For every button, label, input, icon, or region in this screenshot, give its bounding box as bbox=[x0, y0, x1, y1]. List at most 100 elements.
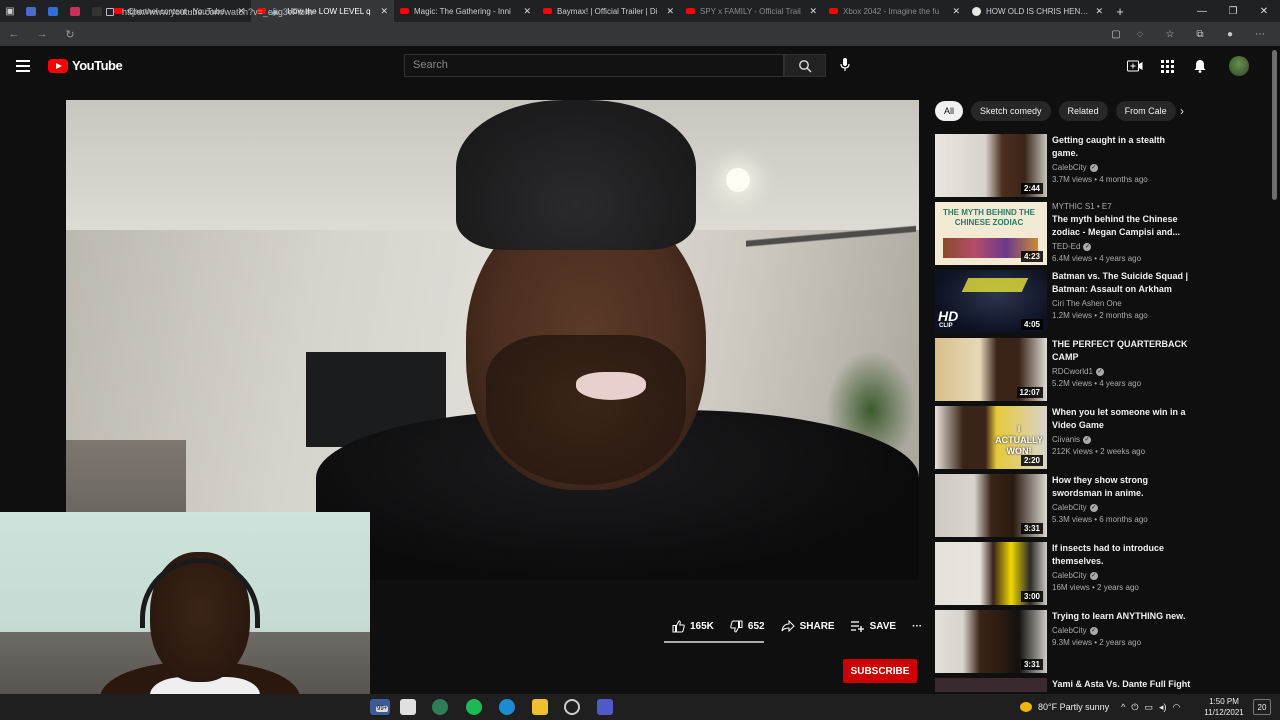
microphone-icon[interactable] bbox=[838, 57, 852, 73]
tracking-prevention-icon[interactable]: ◌ bbox=[1133, 27, 1147, 41]
search-input[interactable]: Search bbox=[404, 54, 784, 77]
channel-name[interactable]: Ciivanis bbox=[1052, 435, 1080, 444]
video-thumbnail[interactable]: 3:31 bbox=[935, 474, 1047, 537]
scrollbar-thumb[interactable] bbox=[1272, 50, 1277, 200]
video-title[interactable]: When you let someone win in a Video Game bbox=[1052, 406, 1192, 432]
favorites-list-icon[interactable]: ⧉ bbox=[1193, 27, 1207, 41]
recommended-video[interactable]: Yami & Asta Vs. Dante Full Fight bbox=[935, 678, 1195, 692]
reload-button[interactable]: ↻ bbox=[56, 22, 84, 46]
video-thumbnail[interactable]: HD CLIP 4:05 bbox=[935, 270, 1047, 333]
create-video-icon[interactable] bbox=[1127, 58, 1143, 74]
video-thumbnail[interactable]: 2:44 bbox=[935, 134, 1047, 197]
weather-text[interactable]: 80°F Partly sunny bbox=[1038, 702, 1109, 712]
video-title[interactable]: If insects had to introduce themselves. bbox=[1052, 542, 1192, 568]
recommended-video[interactable]: 12:07 THE PERFECT QUARTERBACK CAMP RDCwo… bbox=[935, 338, 1195, 406]
verified-check-icon: ✓ bbox=[1083, 435, 1092, 444]
channel-name[interactable]: CalebCity bbox=[1052, 163, 1087, 172]
chip-sketch-comedy[interactable]: Sketch comedy bbox=[971, 101, 1051, 121]
teams-icon[interactable] bbox=[597, 699, 613, 715]
file-explorer-icon[interactable] bbox=[532, 699, 548, 715]
video-person-beard bbox=[486, 335, 686, 485]
share-arrow-icon bbox=[781, 620, 795, 632]
video-duration: 2:44 bbox=[1020, 183, 1043, 194]
video-title[interactable]: Trying to learn ANYTHING new. bbox=[1052, 610, 1192, 623]
minimize-button[interactable]: — bbox=[1187, 0, 1217, 22]
edge-dev-icon[interactable] bbox=[499, 699, 515, 715]
like-button[interactable]: 165K bbox=[664, 614, 722, 638]
browser-menu-icon[interactable]: ⋯ bbox=[1253, 27, 1267, 41]
back-button[interactable]: ← bbox=[0, 22, 28, 46]
recommended-video[interactable]: 3:00 If insects had to introduce themsel… bbox=[935, 542, 1195, 610]
pinned-tab-2[interactable] bbox=[42, 0, 64, 22]
mail-app-icon[interactable]: 99+ bbox=[370, 699, 390, 715]
channel-name[interactable]: CalebCity bbox=[1052, 503, 1087, 512]
url-field[interactable]: https://www.youtube.com/watch?v=_eag3vFi… bbox=[100, 3, 1100, 21]
video-thumbnail[interactable] bbox=[935, 678, 1047, 692]
chevron-up-icon[interactable]: ^ bbox=[1121, 702, 1125, 712]
system-clock[interactable]: 1:50 PM 11/12/2021 bbox=[1200, 696, 1248, 718]
search-button[interactable] bbox=[784, 54, 826, 77]
hamburger-menu-icon[interactable] bbox=[16, 60, 30, 72]
like-count: 165K bbox=[690, 620, 714, 632]
close-window-button[interactable]: ✕ bbox=[1249, 0, 1279, 22]
app-available-icon[interactable]: ▢ bbox=[1109, 27, 1123, 41]
video-thumbnail[interactable]: 3:00 bbox=[935, 542, 1047, 605]
youtube-logo[interactable]: YouTube bbox=[48, 58, 123, 73]
favorites-star-icon[interactable]: ☆ bbox=[1163, 27, 1177, 41]
verified-check-icon: ✓ bbox=[1089, 571, 1098, 580]
recommended-video[interactable]: THE MYTH BEHIND THE CHINESE ZODIAC 4:23 … bbox=[935, 202, 1195, 270]
video-thumbnail[interactable]: I ACTUALLY WON! 2:20 bbox=[935, 406, 1047, 469]
chevron-right-icon[interactable]: › bbox=[1180, 104, 1184, 118]
account-avatar[interactable] bbox=[1229, 56, 1249, 76]
apps-grid-icon[interactable] bbox=[1159, 58, 1175, 74]
dislike-button[interactable]: 652 bbox=[722, 614, 773, 638]
profile-icon[interactable]: ● bbox=[1223, 27, 1237, 41]
chip-from-channel[interactable]: From Cale bbox=[1115, 101, 1176, 121]
channel-name[interactable]: TED-Ed bbox=[1052, 242, 1080, 251]
chip-related[interactable]: Related bbox=[1058, 101, 1108, 121]
subscribe-button[interactable]: SUBSCRIBE bbox=[843, 659, 917, 683]
tray-app-icon[interactable]: ⏻ bbox=[1131, 702, 1138, 713]
edge-browser-icon[interactable] bbox=[432, 699, 448, 715]
video-title[interactable]: Batman vs. The Suicide Squad | Batman: A… bbox=[1052, 270, 1192, 296]
share-button[interactable]: SHARE bbox=[773, 614, 843, 638]
spotify-icon[interactable] bbox=[466, 699, 482, 715]
notification-center-button[interactable]: 20 bbox=[1253, 699, 1271, 715]
recommended-video[interactable]: I ACTUALLY WON! 2:20 When you let someon… bbox=[935, 406, 1195, 474]
video-title[interactable]: Yami & Asta Vs. Dante Full Fight bbox=[1052, 678, 1192, 691]
recommended-video[interactable]: 3:31 How they show strong swordsman in a… bbox=[935, 474, 1195, 542]
recommended-video[interactable]: 2:44 Getting caught in a stealth game. C… bbox=[935, 134, 1195, 202]
video-title[interactable]: The myth behind the Chinese zodiac - Meg… bbox=[1052, 213, 1192, 239]
pinned-tab-3[interactable] bbox=[64, 0, 86, 22]
more-actions-button[interactable]: ··· bbox=[904, 614, 930, 638]
new-tab-button[interactable]: + bbox=[1109, 4, 1131, 19]
channel-name[interactable]: Ciri The Ashen One bbox=[1052, 299, 1122, 308]
recommended-video[interactable]: HD CLIP 4:05 Batman vs. The Suicide Squa… bbox=[935, 270, 1195, 338]
lightning-effect bbox=[961, 278, 1029, 292]
video-actions: 165K 652 SHARE SAVE ··· bbox=[664, 614, 930, 638]
recommended-video[interactable]: 3:31 Trying to learn ANYTHING new. Caleb… bbox=[935, 610, 1195, 678]
video-title[interactable]: How they show strong swordsman in anime. bbox=[1052, 474, 1192, 500]
video-title[interactable]: Getting caught in a stealth game. bbox=[1052, 134, 1192, 160]
wifi-icon[interactable]: ◠ bbox=[1173, 702, 1181, 713]
save-button[interactable]: SAVE bbox=[843, 614, 905, 638]
video-title[interactable]: THE PERFECT QUARTERBACK CAMP bbox=[1052, 338, 1192, 364]
pinned-tab-1[interactable] bbox=[20, 0, 42, 22]
window-menu-icon[interactable]: ▣ bbox=[0, 0, 20, 22]
forward-button[interactable]: → bbox=[28, 22, 56, 46]
channel-name[interactable]: CalebCity bbox=[1052, 626, 1087, 635]
video-thumbnail[interactable]: 3:31 bbox=[935, 610, 1047, 673]
store-app-icon[interactable] bbox=[400, 699, 416, 715]
channel-name[interactable]: CalebCity bbox=[1052, 571, 1087, 580]
video-thumbnail[interactable]: THE MYTH BEHIND THE CHINESE ZODIAC 4:23 bbox=[935, 202, 1047, 265]
restore-button[interactable]: ❐ bbox=[1218, 0, 1248, 22]
volume-icon[interactable]: ◂) bbox=[1159, 702, 1167, 713]
obs-studio-icon[interactable] bbox=[564, 699, 580, 715]
chip-all[interactable]: All bbox=[935, 101, 964, 121]
network-icon[interactable]: ▭ bbox=[1145, 702, 1154, 713]
video-thumbnail[interactable]: 12:07 bbox=[935, 338, 1047, 401]
video-person-mouth bbox=[576, 372, 646, 400]
video-player[interactable] bbox=[66, 100, 919, 580]
notifications-bell-icon[interactable] bbox=[1192, 58, 1208, 74]
channel-name[interactable]: RDCworld1 bbox=[1052, 367, 1093, 376]
